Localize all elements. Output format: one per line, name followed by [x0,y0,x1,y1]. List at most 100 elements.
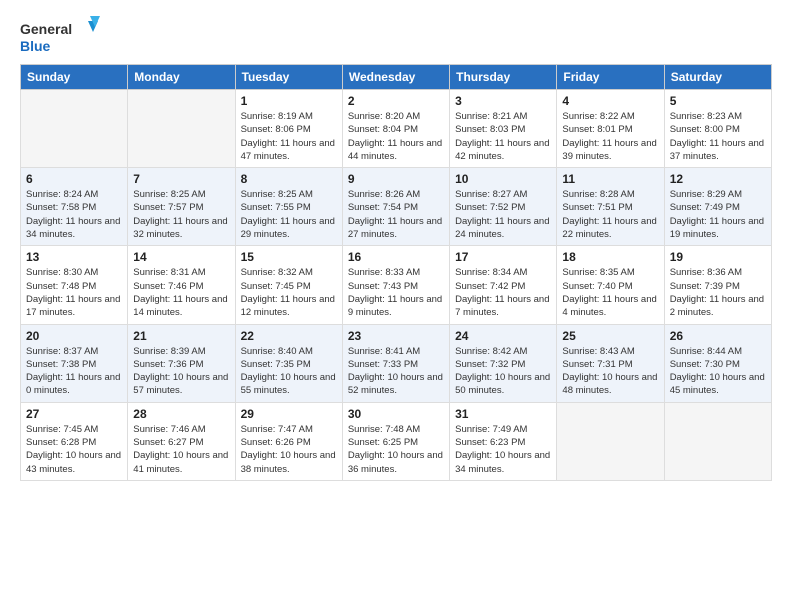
day-number: 24 [455,329,551,343]
day-info: Sunrise: 8:19 AMSunset: 8:06 PMDaylight:… [241,110,337,163]
day-info: Sunrise: 7:45 AMSunset: 6:28 PMDaylight:… [26,423,122,476]
day-info: Sunrise: 8:44 AMSunset: 7:30 PMDaylight:… [670,345,766,398]
day-number: 28 [133,407,229,421]
day-number: 26 [670,329,766,343]
day-info: Sunrise: 8:29 AMSunset: 7:49 PMDaylight:… [670,188,766,241]
calendar-cell: 18 Sunrise: 8:35 AMSunset: 7:40 PMDayligh… [557,246,664,324]
weekday-header-friday: Friday [557,65,664,90]
day-number: 10 [455,172,551,186]
day-info: Sunrise: 8:32 AMSunset: 7:45 PMDaylight:… [241,266,337,319]
day-number: 13 [26,250,122,264]
weekday-header-sunday: Sunday [21,65,128,90]
weekday-header-wednesday: Wednesday [342,65,449,90]
day-number: 19 [670,250,766,264]
day-info: Sunrise: 8:31 AMSunset: 7:46 PMDaylight:… [133,266,229,319]
day-number: 16 [348,250,444,264]
day-info: Sunrise: 8:43 AMSunset: 7:31 PMDaylight:… [562,345,658,398]
day-info: Sunrise: 8:20 AMSunset: 8:04 PMDaylight:… [348,110,444,163]
logo: General Blue [20,16,100,56]
weekday-header-tuesday: Tuesday [235,65,342,90]
day-number: 25 [562,329,658,343]
calendar-cell: 16 Sunrise: 8:33 AMSunset: 7:43 PMDayligh… [342,246,449,324]
day-number: 8 [241,172,337,186]
day-info: Sunrise: 8:37 AMSunset: 7:38 PMDaylight:… [26,345,122,398]
svg-text:General: General [20,21,72,37]
calendar-cell: 28 Sunrise: 7:46 AMSunset: 6:27 PMDayligh… [128,402,235,480]
day-number: 3 [455,94,551,108]
day-number: 9 [348,172,444,186]
calendar-cell [664,402,771,480]
page: General Blue SundayMondayTuesdayWednesda… [0,0,792,612]
day-info: Sunrise: 8:26 AMSunset: 7:54 PMDaylight:… [348,188,444,241]
day-number: 17 [455,250,551,264]
day-number: 22 [241,329,337,343]
week-row-1: 1 Sunrise: 8:19 AMSunset: 8:06 PMDaylight… [21,90,772,168]
calendar-cell: 26 Sunrise: 8:44 AMSunset: 7:30 PMDayligh… [664,324,771,402]
day-number: 12 [670,172,766,186]
day-number: 2 [348,94,444,108]
day-info: Sunrise: 8:22 AMSunset: 8:01 PMDaylight:… [562,110,658,163]
day-info: Sunrise: 8:25 AMSunset: 7:57 PMDaylight:… [133,188,229,241]
week-row-3: 13 Sunrise: 8:30 AMSunset: 7:48 PMDayligh… [21,246,772,324]
calendar-cell: 9 Sunrise: 8:26 AMSunset: 7:54 PMDaylight… [342,168,449,246]
calendar-cell: 23Sunrise: 8:41 AMSunset: 7:33 PMDayligh… [342,324,449,402]
day-info: Sunrise: 8:27 AMSunset: 7:52 PMDaylight:… [455,188,551,241]
weekday-header-saturday: Saturday [664,65,771,90]
day-info: Sunrise: 8:33 AMSunset: 7:43 PMDaylight:… [348,266,444,319]
day-info: Sunrise: 7:46 AMSunset: 6:27 PMDaylight:… [133,423,229,476]
calendar-cell: 7Sunrise: 8:25 AMSunset: 7:57 PMDaylight… [128,168,235,246]
day-info: Sunrise: 8:42 AMSunset: 7:32 PMDaylight:… [455,345,551,398]
day-info: Sunrise: 8:30 AMSunset: 7:48 PMDaylight:… [26,266,122,319]
calendar-cell: 10 Sunrise: 8:27 AMSunset: 7:52 PMDayligh… [450,168,557,246]
calendar-cell: 20 Sunrise: 8:37 AMSunset: 7:38 PMDayligh… [21,324,128,402]
calendar-cell: 15 Sunrise: 8:32 AMSunset: 7:45 PMDayligh… [235,246,342,324]
day-info: Sunrise: 7:48 AMSunset: 6:25 PMDaylight:… [348,423,444,476]
day-info: Sunrise: 8:28 AMSunset: 7:51 PMDaylight:… [562,188,658,241]
calendar-cell: 22 Sunrise: 8:40 AMSunset: 7:35 PMDayligh… [235,324,342,402]
svg-text:Blue: Blue [20,38,51,54]
day-number: 29 [241,407,337,421]
day-number: 27 [26,407,122,421]
calendar-cell: 4 Sunrise: 8:22 AMSunset: 8:01 PMDaylight… [557,90,664,168]
calendar-cell: 14 Sunrise: 8:31 AMSunset: 7:46 PMDayligh… [128,246,235,324]
calendar-cell: 11Sunrise: 8:28 AMSunset: 7:51 PMDayligh… [557,168,664,246]
day-info: Sunrise: 8:23 AMSunset: 8:00 PMDaylight:… [670,110,766,163]
day-info: Sunrise: 8:40 AMSunset: 7:35 PMDaylight:… [241,345,337,398]
calendar-cell: 24 Sunrise: 8:42 AMSunset: 7:32 PMDayligh… [450,324,557,402]
calendar-cell: 17 Sunrise: 8:34 AMSunset: 7:42 PMDayligh… [450,246,557,324]
day-info: Sunrise: 7:49 AMSunset: 6:23 PMDaylight:… [455,423,551,476]
calendar-cell: 8 Sunrise: 8:25 AMSunset: 7:55 PMDaylight… [235,168,342,246]
day-info: Sunrise: 8:21 AMSunset: 8:03 PMDaylight:… [455,110,551,163]
calendar-cell: 19Sunrise: 8:36 AMSunset: 7:39 PMDayligh… [664,246,771,324]
day-number: 1 [241,94,337,108]
day-number: 31 [455,407,551,421]
calendar-cell: 6 Sunrise: 8:24 AMSunset: 7:58 PMDaylight… [21,168,128,246]
calendar-cell: 31 Sunrise: 7:49 AMSunset: 6:23 PMDayligh… [450,402,557,480]
week-row-4: 20 Sunrise: 8:37 AMSunset: 7:38 PMDayligh… [21,324,772,402]
day-number: 15 [241,250,337,264]
calendar-cell: 2 Sunrise: 8:20 AMSunset: 8:04 PMDaylight… [342,90,449,168]
day-number: 14 [133,250,229,264]
day-number: 5 [670,94,766,108]
day-number: 30 [348,407,444,421]
day-info: Sunrise: 8:25 AMSunset: 7:55 PMDaylight:… [241,188,337,241]
day-number: 23 [348,329,444,343]
calendar-cell: 13 Sunrise: 8:30 AMSunset: 7:48 PMDayligh… [21,246,128,324]
day-info: Sunrise: 8:24 AMSunset: 7:58 PMDaylight:… [26,188,122,241]
day-number: 4 [562,94,658,108]
weekday-header-monday: Monday [128,65,235,90]
calendar-cell: 27 Sunrise: 7:45 AMSunset: 6:28 PMDayligh… [21,402,128,480]
day-number: 6 [26,172,122,186]
day-info: Sunrise: 8:34 AMSunset: 7:42 PMDaylight:… [455,266,551,319]
calendar-cell [128,90,235,168]
day-number: 21 [133,329,229,343]
calendar-cell [21,90,128,168]
day-number: 20 [26,329,122,343]
day-number: 18 [562,250,658,264]
calendar-table: SundayMondayTuesdayWednesdayThursdayFrid… [20,64,772,481]
calendar-cell: 5 Sunrise: 8:23 AMSunset: 8:00 PMDaylight… [664,90,771,168]
week-row-2: 6 Sunrise: 8:24 AMSunset: 7:58 PMDaylight… [21,168,772,246]
day-info: Sunrise: 8:35 AMSunset: 7:40 PMDaylight:… [562,266,658,319]
calendar-cell: 12 Sunrise: 8:29 AMSunset: 7:49 PMDayligh… [664,168,771,246]
week-row-5: 27 Sunrise: 7:45 AMSunset: 6:28 PMDayligh… [21,402,772,480]
